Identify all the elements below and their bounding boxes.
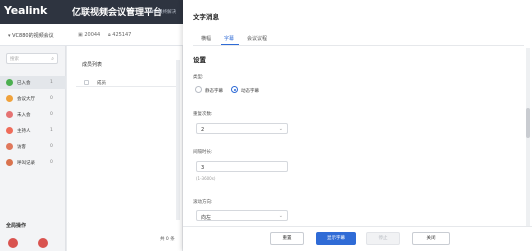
id-icon: ▣: [78, 32, 83, 38]
stop-button[interactable]: 停止: [366, 232, 400, 245]
lobby-icon: [6, 95, 13, 102]
sidebar-item-host[interactable]: 主持人 1: [0, 124, 66, 137]
chevron-down-icon: ⌄: [278, 212, 283, 219]
settings-section-title: 设置: [193, 56, 206, 64]
close-button[interactable]: 关闭: [412, 232, 450, 245]
pager-text: 共 0 条: [160, 237, 175, 242]
direction-label: 滚动方向:: [193, 200, 213, 205]
interval-label: 间隔时长:: [193, 150, 213, 155]
tab-banner[interactable]: 横幅: [201, 35, 211, 42]
call-records-icon: [6, 159, 13, 166]
conference-password: 🔒︎ 425147: [108, 32, 132, 38]
interval-input[interactable]: 3: [196, 161, 288, 172]
guest-icon: [6, 143, 13, 150]
mute-all-icon[interactable]: [8, 238, 18, 248]
microphone-icon[interactable]: [38, 238, 48, 248]
sidebar-item-not-joined[interactable]: 未入会 0: [0, 108, 66, 121]
version-tag: YMS-最终解决: [147, 10, 177, 15]
reset-button[interactable]: 重置: [270, 232, 304, 245]
list-scrollbar[interactable]: [176, 60, 180, 220]
repeat-label: 重复次数:: [193, 112, 213, 117]
member-column-header: 成员: [97, 81, 106, 86]
repeat-count-select[interactable]: 2 ⌄: [196, 123, 288, 134]
sidebar-item-guest[interactable]: 访客 0: [0, 140, 66, 153]
joined-icon: [6, 79, 13, 86]
static-subtitle-label: 静态字幕: [205, 89, 223, 94]
yealink-logo: Yealink: [4, 4, 48, 17]
search-input[interactable]: 搜索 ⌕: [6, 53, 58, 64]
dynamic-subtitle-radio[interactable]: [231, 86, 238, 93]
static-subtitle-radio[interactable]: [195, 86, 202, 93]
tab-agenda[interactable]: 会议议程: [247, 35, 267, 42]
conference-id: ▣ 20044: [78, 32, 101, 38]
global-ops-title: 全局操作: [6, 223, 27, 229]
tab-subtitle[interactable]: 字幕: [224, 35, 234, 42]
scroll-direction-select[interactable]: 向左 ⌄: [196, 210, 288, 221]
interval-hint: (1-3600s): [196, 176, 216, 181]
chevron-down-icon: ⌄: [278, 125, 283, 132]
sidebar-item-joined[interactable]: 已入会 1: [0, 76, 66, 89]
lock-icon: 🔒︎: [108, 32, 111, 38]
dialog-title: 文字消息: [193, 13, 219, 21]
sidebar-item-lobby[interactable]: 会议大厅 0: [0, 92, 66, 105]
dialog-scrollbar[interactable]: [526, 48, 530, 228]
not-joined-icon: [6, 111, 13, 118]
dialog-scrollbar-thumb[interactable]: [526, 108, 530, 138]
type-label: 类型:: [193, 75, 204, 80]
chevron-down-icon[interactable]: ▾: [8, 33, 11, 39]
show-subtitle-button[interactable]: 显示字幕: [316, 232, 356, 245]
select-all-checkbox[interactable]: [84, 80, 89, 85]
dynamic-subtitle-label: 动态字幕: [241, 89, 259, 94]
member-list-header: [76, 73, 178, 87]
host-icon: [6, 127, 13, 134]
tab-divider: [193, 45, 524, 46]
conference-name: ▾ VC880的视频会议: [8, 33, 54, 39]
search-icon[interactable]: ⌕: [51, 56, 54, 62]
sidebar-item-call-records[interactable]: 呼叫记录 0: [0, 156, 66, 169]
member-list-title: 成员列表: [82, 62, 103, 68]
dialog-footer: [183, 226, 532, 251]
